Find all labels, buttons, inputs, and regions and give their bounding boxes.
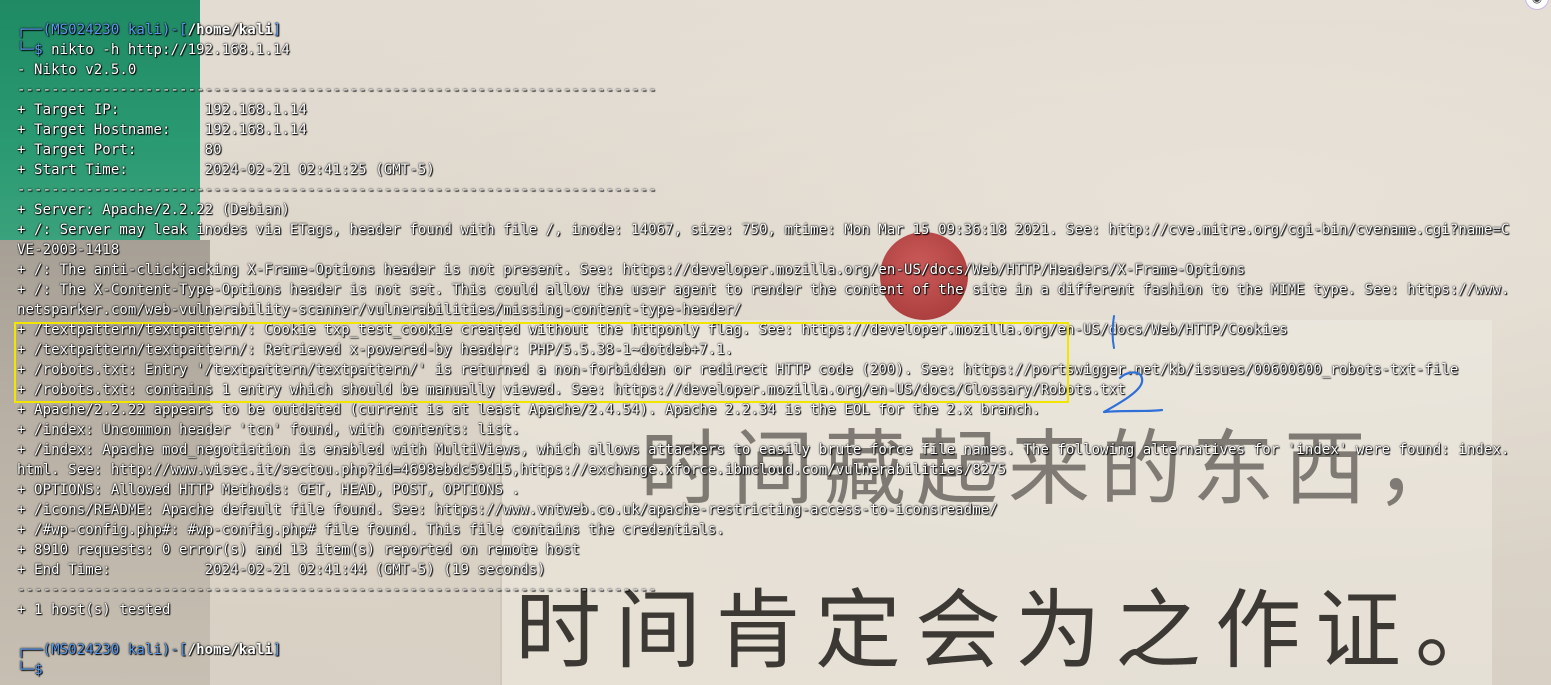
output-line: - Nikto v2.5.0	[17, 62, 137, 78]
prompt-symbol: $	[34, 42, 43, 58]
prompt-user-host: MS024230 kali	[51, 22, 162, 38]
prompt-frame-top: ┌──(	[17, 22, 52, 38]
output-line: + /: Server may leak inodes via ETags, h…	[17, 222, 1510, 238]
output-line: html. See: http://www.wisec.it/sectou.ph…	[17, 462, 1007, 478]
output-line: + /: The anti-clickjacking X-Frame-Optio…	[17, 262, 1246, 278]
output-line: + OPTIONS: Allowed HTTP Methods: GET, HE…	[17, 482, 521, 498]
output-line: + 1 host(s) tested	[17, 602, 171, 618]
output-line: + Target Port: 80	[17, 142, 222, 158]
prompt-symbol-2: $	[34, 662, 43, 678]
annotation-tick	[1111, 315, 1115, 349]
output-line: + Target Hostname: 192.168.1.14	[17, 122, 307, 138]
output-line: netsparker.com/web-vulnerability-scanner…	[17, 302, 742, 318]
separator-line: ----------------------------------------…	[17, 182, 657, 198]
prompt-separator: )-[	[162, 22, 188, 38]
prompt-path-2: /home/kali	[187, 642, 273, 658]
command-line-2[interactable]: └─$	[17, 660, 1551, 680]
output-line: + Apache/2.2.22 appears to be outdated (…	[17, 402, 1041, 418]
prompt-close: ]	[272, 22, 282, 38]
prompt-close-2: ]	[272, 642, 282, 658]
prompt-frame-bottom-2: └─	[17, 662, 35, 678]
output-line: + 8910 requests: 0 error(s) and 13 item(…	[17, 542, 580, 558]
output-line: + /icons/README: Apache default file fou…	[17, 502, 998, 518]
prompt-frame-top-2: ┌──(	[17, 642, 52, 658]
output-line: + Start Time: 2024-02-21 02:41:25 (GMT-5…	[17, 162, 435, 178]
output-line: + /#wp-config.php#: #wp-config.php# file…	[17, 522, 725, 538]
prompt-frame-bottom: └─	[17, 42, 35, 58]
separator-line: ----------------------------------------…	[17, 82, 657, 98]
prompt-line-top-2: ┌──(MS024230 kali)-[/home/kali]	[17, 640, 1551, 660]
output-line: + Server: Apache/2.2.22 (Debian)	[17, 202, 290, 218]
highlight-box	[14, 322, 1069, 403]
annotation-number-2	[1102, 315, 1164, 414]
output-line: + /: The X-Content-Type-Options header i…	[17, 282, 1510, 298]
prompt-separator-2: )-[	[162, 642, 188, 658]
prompt-path: /home/kali	[187, 22, 273, 38]
prompt-user-host-2: MS024230 kali	[51, 642, 162, 658]
output-line: + End Time: 2024-02-21 02:41:44 (GMT-5) …	[17, 562, 546, 578]
separator-line: ----------------------------------------…	[17, 582, 657, 598]
command-text: nikto -h http://192.168.1.14	[51, 42, 290, 58]
output-line: + Target IP: 192.168.1.14	[17, 102, 307, 118]
annotation-two	[1102, 371, 1164, 414]
output-line: VE-2003-1418	[17, 242, 120, 258]
output-line: + /index: Uncommon header 'tcn' found, w…	[17, 422, 521, 438]
output-line: + /index: Apache mod_negotiation is enab…	[17, 442, 1510, 458]
prompt-line-top: ┌──(MS024230 kali)-[/home/kali]	[17, 20, 1551, 40]
command-line: └─$ nikto -h http://192.168.1.14	[17, 40, 1551, 60]
